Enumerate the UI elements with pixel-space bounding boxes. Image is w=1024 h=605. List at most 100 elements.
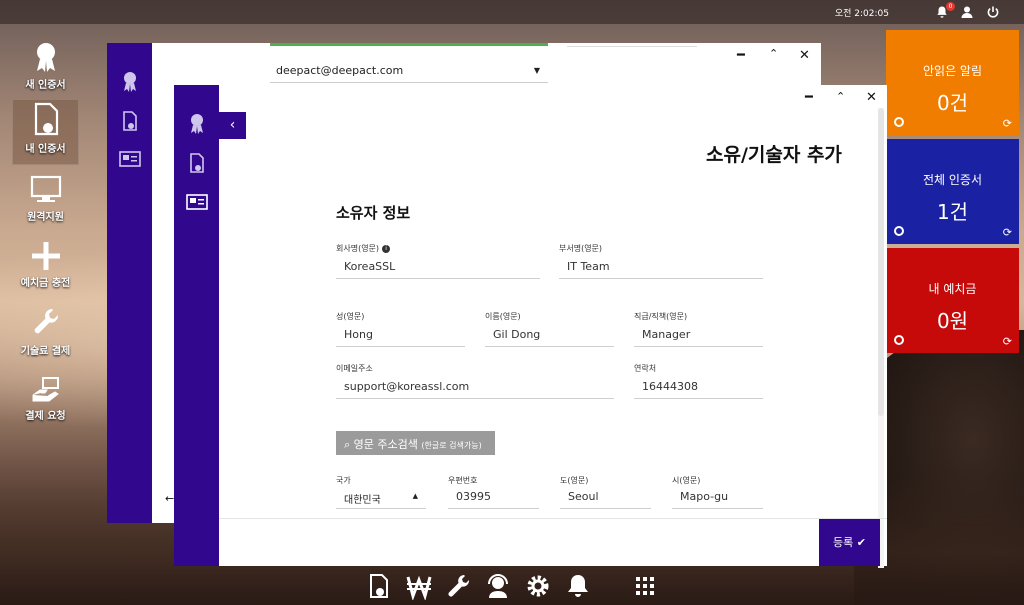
submit-label: 등록 [833, 536, 854, 549]
email-label: 이메일주소 [336, 364, 373, 373]
refresh-icon[interactable]: ⟳ [1003, 335, 1012, 348]
first-name-label: 이름(영문) [485, 312, 521, 321]
desktop-icon-label: 원격지원 [27, 212, 64, 223]
ribbon-badge-icon [36, 43, 55, 72]
tile-total-certificates[interactable]: 전체 인증서 1건 ⟳ [886, 139, 1019, 244]
restore-icon[interactable]: ⌃ [769, 47, 778, 60]
won-currency-icon[interactable] [406, 572, 432, 600]
city-input[interactable]: Mapo-gu [672, 485, 763, 509]
window-sidebar [107, 43, 152, 523]
caret-down-icon: ▼ [533, 66, 540, 75]
document-icon[interactable] [366, 572, 392, 600]
desktop-icon-remote-support[interactable]: 원격지원 [12, 172, 79, 238]
desktop-icon-new-certificate[interactable]: 새 인증서 [12, 38, 79, 104]
collapse-sidebar-button[interactable]: ‹ [219, 112, 246, 139]
clock: 오전 2:02:05 [834, 9, 889, 19]
bell-icon[interactable] [565, 572, 591, 600]
tile-title: 전체 인증서 [922, 173, 982, 187]
tile-value: 0원 [936, 309, 969, 333]
headset-icon[interactable] [485, 572, 511, 600]
info-icon[interactable]: i [382, 244, 391, 253]
country-select[interactable]: 대한민국 ▲ [336, 485, 426, 509]
gear-icon[interactable] [525, 572, 551, 600]
desktop-icon-label: 결제 요청 [25, 411, 66, 422]
tile-my-deposit[interactable]: 내 예치금 0원 ⟳ [886, 248, 1019, 353]
province-input[interactable]: Seoul [560, 485, 651, 509]
close-icon[interactable]: ✕ [799, 48, 810, 63]
caret-up-icon: ▲ [412, 492, 418, 500]
zip-input[interactable]: 03995 [448, 485, 539, 509]
plus-icon [31, 242, 60, 270]
dock [366, 572, 666, 602]
circle-icon [894, 226, 904, 236]
divider [567, 46, 697, 47]
page-title: 소유/기술자 추가 [706, 144, 842, 166]
window-sidebar [174, 85, 219, 566]
company-input[interactable]: KoreaSSL [336, 255, 540, 279]
phone-input[interactable]: 16444308 [634, 375, 763, 399]
id-card-icon[interactable] [186, 194, 208, 210]
minimize-icon[interactable]: ━ [737, 48, 745, 63]
address-search-note: (한글로 검색가능) [421, 441, 482, 450]
close-icon[interactable]: ✕ [866, 90, 877, 105]
circle-icon [894, 335, 904, 345]
address-search-label: 영문 주소검색 [353, 438, 418, 451]
position-input[interactable]: Manager [634, 323, 763, 347]
department-input[interactable]: IT Team [559, 255, 763, 279]
country-select-value: 대한민국 [344, 495, 381, 506]
phone-label: 연락처 [634, 364, 657, 373]
arrow-left-icon[interactable]: ← [165, 492, 174, 505]
id-card-icon[interactable] [119, 151, 141, 167]
refresh-icon[interactable]: ⟳ [1003, 117, 1012, 130]
divider [219, 518, 887, 519]
minimize-icon[interactable]: ━ [805, 90, 813, 105]
ribbon-badge-icon[interactable] [120, 70, 140, 92]
document-icon [34, 102, 58, 136]
power-icon[interactable] [986, 5, 1000, 19]
desktop-icon-label: 새 인증서 [25, 80, 66, 91]
notification-badge: 0 [946, 2, 955, 11]
ribbon-badge-icon[interactable] [187, 112, 207, 134]
position-label: 직급/직책(영문) [634, 312, 688, 321]
desktop-icon-label: 내 인증서 [25, 144, 66, 155]
top-bar: 오전 2:02:05 0 [0, 0, 1024, 24]
first-name-input[interactable]: Gil Dong [485, 323, 614, 347]
email-select-value: deepact@deepact.com [276, 64, 404, 77]
desktop-icon-deposit-charge[interactable]: 예치금 충전 [12, 238, 79, 304]
tile-title: 안읽은 알림 [922, 64, 982, 78]
wrench-icon[interactable] [446, 572, 472, 600]
section-title: 소유자 정보 [336, 204, 411, 222]
desktop-icon-payment-request[interactable]: 결제 요청 [12, 373, 79, 439]
scrollbar-thumb[interactable] [878, 108, 884, 416]
tile-value: 1건 [936, 200, 969, 224]
document-icon[interactable] [121, 110, 139, 132]
refresh-icon[interactable]: ⟳ [1003, 226, 1012, 239]
submit-button[interactable]: 등록 ✔ [819, 519, 880, 566]
email-select[interactable]: deepact@deepact.com ▼ [270, 59, 548, 83]
department-label: 부서명(영문) [559, 244, 603, 253]
app-grid-icon[interactable] [632, 572, 658, 600]
check-icon: ✔ [856, 536, 866, 549]
desktop-icon-label: 예치금 충전 [20, 278, 71, 289]
email-input[interactable]: support@koreassl.com [336, 375, 614, 399]
chevron-left-icon: ‹ [229, 117, 236, 133]
address-search-button[interactable]: ⌕ 영문 주소검색 (한글로 검색가능) [336, 431, 495, 455]
desktop-icon-label: 기술료 결제 [20, 346, 71, 357]
monitor-icon [30, 175, 61, 202]
progress-accent-bar [270, 43, 548, 46]
desktop-icon-my-certificates[interactable]: 내 인증서 [12, 99, 79, 165]
wrench-icon [34, 309, 58, 334]
last-name-input[interactable]: Hong [336, 323, 465, 347]
desktop-icon-tech-fee-payment[interactable]: 기술료 결제 [12, 304, 79, 370]
search-icon: ⌕ [344, 438, 351, 451]
document-icon[interactable] [188, 152, 206, 174]
last-name-label: 성(영문) [336, 312, 365, 321]
tile-unread-notifications[interactable]: 안읽은 알림 0건 ⟳ [886, 30, 1019, 135]
hand-card-icon [32, 377, 59, 402]
user-icon[interactable] [960, 5, 974, 19]
company-label: 회사명(영문) i [336, 243, 391, 254]
tile-value: 0건 [936, 91, 969, 115]
restore-icon[interactable]: ⌃ [836, 90, 845, 103]
circle-icon [894, 117, 904, 127]
tile-title: 내 예치금 [928, 282, 977, 296]
